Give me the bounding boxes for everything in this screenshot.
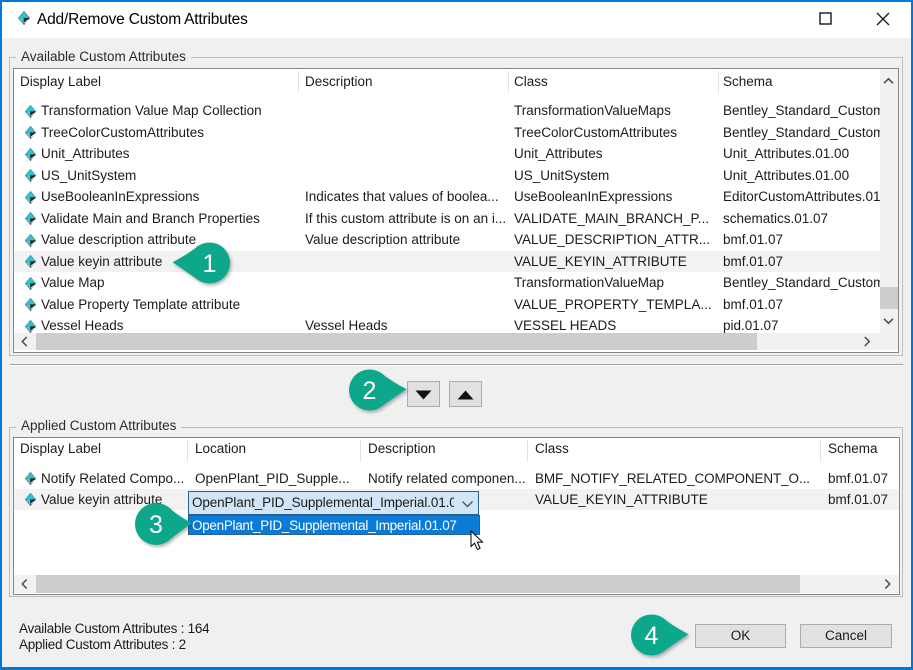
svg-text:4: 4 (645, 622, 659, 650)
svg-text:3: 3 (149, 511, 163, 539)
svg-text:2: 2 (363, 377, 377, 405)
svg-text:1: 1 (203, 250, 217, 278)
